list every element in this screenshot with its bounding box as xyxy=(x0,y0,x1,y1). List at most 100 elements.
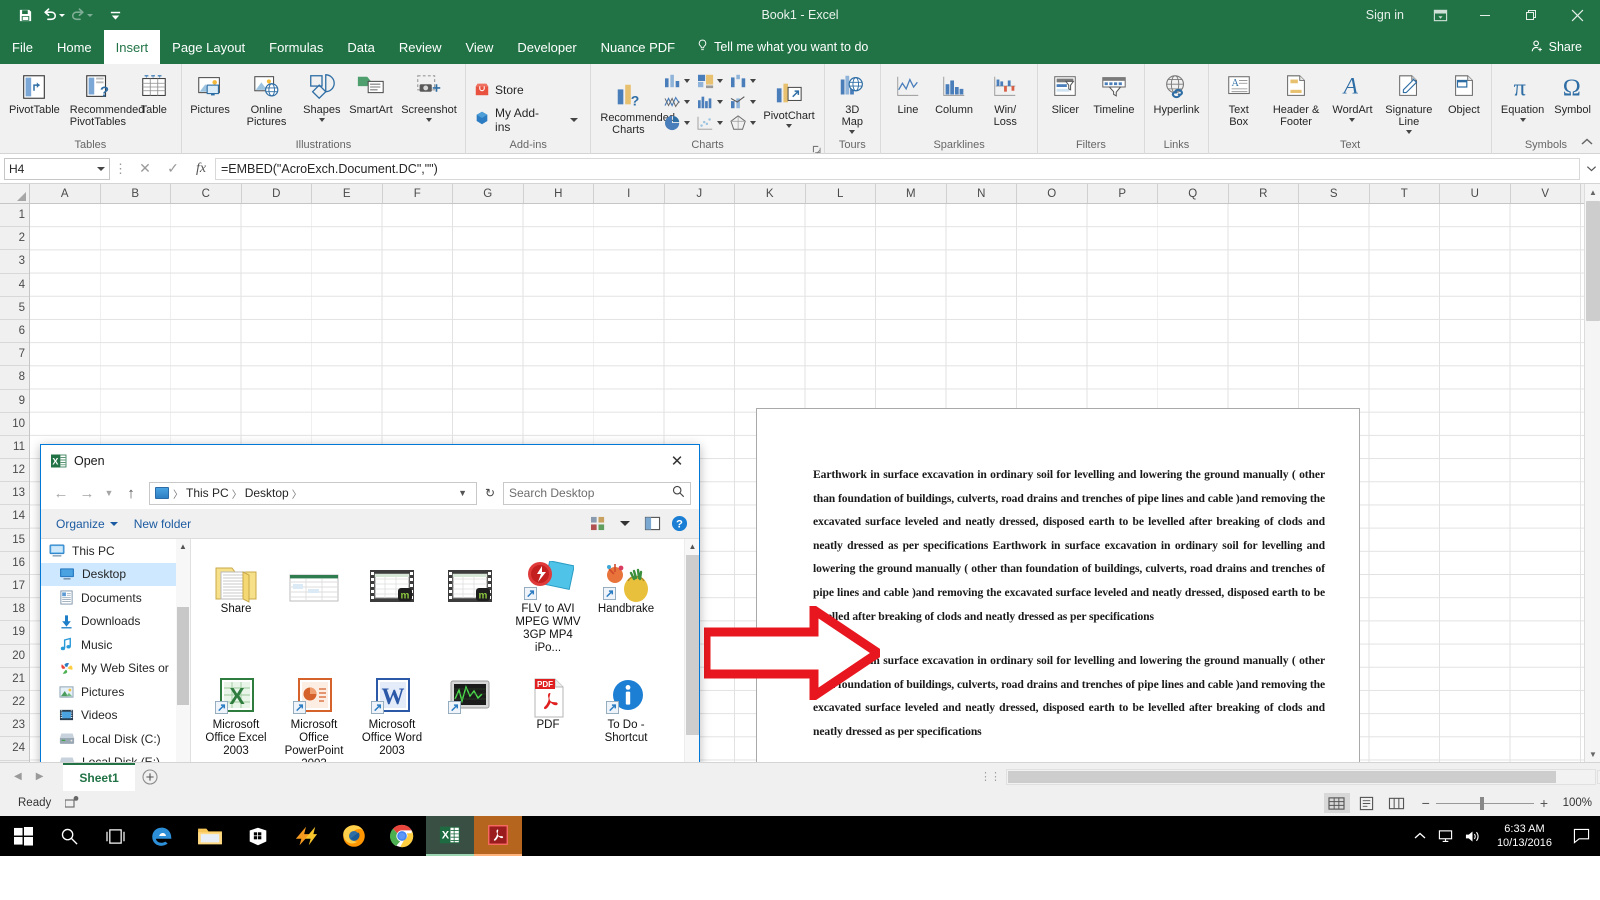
sidebar-item-desktop[interactable]: Desktop xyxy=(41,562,190,586)
column-header-P[interactable]: P xyxy=(1088,184,1158,203)
tab-view[interactable]: View xyxy=(453,30,505,64)
pie-chart-button[interactable] xyxy=(661,113,692,133)
up-icon[interactable]: ↑ xyxy=(119,481,143,505)
column-header-O[interactable]: O xyxy=(1017,184,1088,203)
text-box-button[interactable]: A Text Box xyxy=(1213,68,1264,128)
tab-file[interactable]: File xyxy=(0,30,45,64)
expand-formula-bar-icon[interactable] xyxy=(1582,158,1600,180)
dialog-close-icon[interactable]: ✕ xyxy=(655,446,699,477)
row-header-4[interactable]: 4 xyxy=(0,274,29,297)
action-center-icon[interactable] xyxy=(1568,828,1594,844)
header-footer-button[interactable]: Header & Footer xyxy=(1264,68,1328,128)
column-header-U[interactable]: U xyxy=(1440,184,1511,203)
collapse-ribbon-icon[interactable] xyxy=(1580,136,1594,151)
vertical-scroll-thumb[interactable] xyxy=(1586,201,1600,321)
horizontal-scroll-thumb[interactable] xyxy=(1008,770,1556,783)
row-header-2[interactable]: 2 xyxy=(0,227,29,251)
undo-dropdown-icon[interactable] xyxy=(58,13,65,17)
sheet-tab-sheet1[interactable]: Sheet1 xyxy=(63,762,135,791)
column-header-I[interactable]: I xyxy=(594,184,665,203)
my-addins-button[interactable]: My Add-ins xyxy=(470,103,586,137)
row-header-24[interactable]: 24 xyxy=(0,737,29,761)
row-header-17[interactable]: 17 xyxy=(0,575,29,599)
share-button[interactable]: Share xyxy=(1516,33,1596,61)
column-header-T[interactable]: T xyxy=(1370,184,1440,203)
sign-in-button[interactable]: Sign in xyxy=(1352,8,1418,22)
sidebar-scroll-up-icon[interactable]: ▲ xyxy=(176,539,190,553)
waterfall-chart-button[interactable] xyxy=(727,71,758,91)
row-header-8[interactable]: 8 xyxy=(0,366,29,390)
file-item-flv-to-avi-mpeg-wmv-3gp-mp4-ipo[interactable]: FLV to AVI MPEG WMV 3GP MP4 iPo... xyxy=(509,547,587,657)
sidebar-item-my-web-sites-or[interactable]: My Web Sites or xyxy=(41,657,190,681)
tab-developer[interactable]: Developer xyxy=(505,30,588,64)
column-header-V[interactable]: V xyxy=(1511,184,1581,203)
restore-button[interactable] xyxy=(1508,0,1554,30)
row-header-20[interactable]: 20 xyxy=(0,645,29,668)
row-header-21[interactable]: 21 xyxy=(0,668,29,691)
breadcrumb[interactable]: 〉 This PC 〉 Desktop 〉 ▼ xyxy=(149,481,477,505)
file-list-scrollbar[interactable]: ▲ ▼ xyxy=(684,539,699,762)
file-item-microsoft-office-excel-2003[interactable]: X Microsoft Office Excel 2003 xyxy=(197,663,275,762)
start-button[interactable] xyxy=(0,816,46,856)
online-pictures-button[interactable]: Online Pictures xyxy=(234,68,298,128)
normal-view-icon[interactable] xyxy=(1323,793,1350,813)
file-item-pdf[interactable]: PDF PDF xyxy=(509,663,587,762)
column-header-A[interactable]: A xyxy=(30,184,101,203)
refresh-icon[interactable]: ↻ xyxy=(479,482,501,505)
name-box-dropdown-icon[interactable] xyxy=(97,166,105,171)
row-header-15[interactable]: 15 xyxy=(0,529,29,552)
file-item-handbrake[interactable]: Handbrake xyxy=(587,547,665,657)
row-header-6[interactable]: 6 xyxy=(0,320,29,344)
3d-map-button[interactable]: 3D Map xyxy=(829,68,876,134)
breadcrumb-desktop[interactable]: Desktop xyxy=(242,486,292,500)
symbol-button[interactable]: Ω Symbol xyxy=(1549,68,1596,116)
row-header-14[interactable]: 14 xyxy=(0,505,29,529)
tell-me-box[interactable]: Tell me what you want to do xyxy=(687,30,878,64)
breadcrumb-this-pc[interactable]: This PC xyxy=(183,486,232,500)
row-header-9[interactable]: 9 xyxy=(0,390,29,413)
shapes-dropdown-icon[interactable] xyxy=(318,118,325,122)
combo-chart-button[interactable] xyxy=(727,92,758,112)
search-input[interactable]: Search Desktop xyxy=(503,481,691,505)
minimize-button[interactable] xyxy=(1462,0,1508,30)
sidebar-item-local-disk-e[interactable]: Local Disk (E:) xyxy=(41,751,190,762)
pivotchart-dropdown-icon[interactable] xyxy=(786,124,793,128)
column-header-Q[interactable]: Q xyxy=(1158,184,1229,203)
tab-insert[interactable]: Insert xyxy=(103,30,161,64)
row-header-3[interactable]: 3 xyxy=(0,250,29,274)
sparkline-winloss-button[interactable]: Win/ Loss xyxy=(977,68,1033,128)
row-header-19[interactable]: 19 xyxy=(0,621,29,645)
radar-chart-button[interactable] xyxy=(727,113,758,133)
scroll-down-icon[interactable]: ▼ xyxy=(1585,746,1600,762)
help-icon[interactable]: ? xyxy=(667,513,691,535)
zoom-slider[interactable] xyxy=(1435,796,1534,810)
view-options-icon[interactable] xyxy=(586,513,610,535)
zoom-out-icon[interactable]: − xyxy=(1422,795,1430,811)
recommended-charts-button[interactable]: ? Recommended Charts xyxy=(595,76,675,136)
file-explorer-icon[interactable] xyxy=(186,816,234,856)
insert-function-icon[interactable]: fx xyxy=(187,158,215,180)
scroll-up-icon[interactable]: ▲ xyxy=(1585,184,1600,200)
sidebar-item-pictures[interactable]: Pictures xyxy=(41,680,190,704)
sidebar-item-videos[interactable]: Videos xyxy=(41,704,190,728)
sheet-next-icon[interactable]: ▶ xyxy=(36,771,44,782)
task-view-icon[interactable] xyxy=(92,816,138,856)
embedded-pdf-object[interactable]: Earthwork in surface excavation in ordin… xyxy=(756,408,1360,762)
pivotchart-button[interactable]: PivotChart xyxy=(758,74,819,128)
page-layout-view-icon[interactable] xyxy=(1354,793,1380,813)
dialog-file-list[interactable]: Share m m FLV to AVI MPEG WMV 3GP MP4 iPo..… xyxy=(191,539,699,762)
column-header-H[interactable]: H xyxy=(524,184,594,203)
cancel-formula-icon[interactable]: ✕ xyxy=(131,158,159,180)
row-header-11[interactable]: 11 xyxy=(0,436,29,460)
winamp-icon[interactable] xyxy=(282,816,330,856)
row-header-13[interactable]: 13 xyxy=(0,482,29,506)
file-item-share[interactable]: Share xyxy=(197,547,275,657)
column-header-E[interactable]: E xyxy=(312,184,383,203)
signature-line-button[interactable]: Signature Line xyxy=(1377,68,1441,134)
ribbon-display-options-icon[interactable] xyxy=(1418,0,1462,30)
page-break-preview-icon[interactable] xyxy=(1384,793,1410,813)
sidebar-scroll-thumb[interactable] xyxy=(177,607,189,705)
search-icon[interactable] xyxy=(46,816,92,856)
excel-taskbar-icon[interactable]: X xyxy=(426,816,474,856)
formula-bar-separator-handle[interactable]: ⋮ xyxy=(110,161,131,177)
